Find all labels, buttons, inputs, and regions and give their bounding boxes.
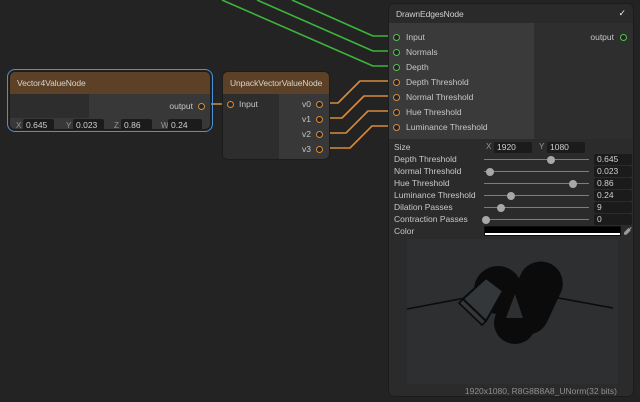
v1-port-label: v1 <box>302 112 311 126</box>
input-port-label: Input <box>239 97 258 111</box>
preview-resolution-info: 1920x1080, R8G8B8A8_UNorm(32 bits) <box>465 386 617 396</box>
hue-threshold-slider[interactable] <box>484 183 589 185</box>
output-port[interactable] <box>620 34 627 41</box>
y-field-label: Y <box>66 120 71 130</box>
contraction-passes-label: Contraction Passes <box>394 213 468 225</box>
node-drawnedgesnode[interactable]: DrawnEdgesNode ✓ Input Normals Depth Dep… <box>388 3 634 397</box>
hue-threshold-label: Hue Threshold <box>394 177 450 189</box>
slider-handle[interactable] <box>547 156 555 164</box>
y-field[interactable]: 0.023 <box>73 119 104 130</box>
size-x-label: X <box>486 141 491 153</box>
normal-threshold-label: Normal Threshold <box>394 165 461 177</box>
normal-threshold-value[interactable]: 0.023 <box>594 166 632 177</box>
node-title-bar[interactable]: Vector4ValueNode <box>10 72 210 94</box>
node-title-bar[interactable]: UnpackVectorValueNode <box>223 72 329 94</box>
v0-port[interactable] <box>316 101 323 108</box>
luminance-threshold-label: Luminance Threshold <box>394 189 476 201</box>
preview-render <box>407 239 618 384</box>
wire-v1-normal-threshold[interactable] <box>320 96 392 118</box>
size-y-label: Y <box>539 141 544 153</box>
output-port[interactable] <box>198 103 205 110</box>
x-field-label: X <box>16 120 21 130</box>
wire-input[interactable] <box>292 0 392 36</box>
size-label: Size <box>394 141 411 153</box>
eyedropper-icon[interactable] <box>623 226 632 236</box>
dilation-passes-slider[interactable] <box>484 207 589 209</box>
horizon-line-right <box>553 297 613 308</box>
z-field-label: Z <box>114 120 119 130</box>
slider-handle[interactable] <box>507 192 515 200</box>
node-unpackvectorvaluenode[interactable]: UnpackVectorValueNode Input v0 v1 v2 v3 <box>222 71 330 160</box>
graph-canvas[interactable]: Vector4ValueNode output X 0.645 Y 0.023 … <box>0 0 640 402</box>
node-preview-image <box>407 239 618 384</box>
port-label: Luminance Threshold <box>406 122 488 132</box>
v3-port[interactable] <box>316 146 323 153</box>
input-port[interactable] <box>393 34 400 41</box>
dilation-passes-value[interactable]: 9 <box>594 202 632 213</box>
port-label: Hue Threshold <box>406 107 462 117</box>
port-label: Normal Threshold <box>406 92 473 102</box>
color-swatch[interactable] <box>484 226 621 236</box>
slider-handle[interactable] <box>482 216 490 224</box>
contraction-passes-value[interactable]: 0 <box>594 214 632 225</box>
contraction-passes-slider[interactable] <box>484 219 589 221</box>
v1-port[interactable] <box>316 116 323 123</box>
depth-port[interactable] <box>393 64 400 71</box>
output-port-label: output <box>169 101 193 111</box>
port-label: Normals <box>406 47 438 57</box>
node-title: DrawnEdgesNode <box>396 9 464 19</box>
z-field[interactable]: 0.86 <box>121 119 152 130</box>
color-alpha-bar <box>485 233 620 235</box>
port-label: Depth <box>406 62 429 72</box>
node-title: UnpackVectorValueNode <box>230 78 322 88</box>
dilation-passes-label: Dilation Passes <box>394 201 453 213</box>
horizon-line-left <box>407 298 465 309</box>
port-label: Input <box>406 32 425 42</box>
depth-threshold-port[interactable] <box>393 79 400 86</box>
node-title: Vector4ValueNode <box>17 78 86 88</box>
w-field[interactable]: 0.24 <box>168 119 202 130</box>
luminance-threshold-port[interactable] <box>393 124 400 131</box>
normal-threshold-port[interactable] <box>393 94 400 101</box>
v0-port-label: v0 <box>302 97 311 111</box>
color-label: Color <box>394 225 414 237</box>
slider-handle[interactable] <box>569 180 577 188</box>
wire-normals[interactable] <box>257 0 392 51</box>
depth-threshold-value[interactable]: 0.645 <box>594 154 632 165</box>
normal-threshold-slider[interactable] <box>484 171 589 173</box>
v2-port[interactable] <box>316 131 323 138</box>
input-column <box>10 94 89 118</box>
input-port[interactable] <box>227 101 234 108</box>
output-port-label: output <box>590 32 614 42</box>
size-y-field[interactable]: 1080 <box>547 142 585 153</box>
luminance-threshold-slider[interactable] <box>484 195 589 197</box>
size-x-field[interactable]: 1920 <box>494 142 532 153</box>
slider-handle[interactable] <box>497 204 505 212</box>
active-checkmark[interactable]: ✓ <box>619 8 626 19</box>
depth-threshold-label: Depth Threshold <box>394 153 457 165</box>
wire-v3-luminance-threshold[interactable] <box>320 126 392 148</box>
hue-threshold-value[interactable]: 0.86 <box>594 178 632 189</box>
depth-threshold-slider[interactable] <box>484 159 589 161</box>
node-vector4valuenode[interactable]: Vector4ValueNode output X 0.645 Y 0.023 … <box>9 71 211 130</box>
luminance-threshold-value[interactable]: 0.24 <box>594 190 632 201</box>
v2-port-label: v2 <box>302 127 311 141</box>
v3-port-label: v3 <box>302 142 311 156</box>
x-field[interactable]: 0.645 <box>23 119 54 130</box>
hue-threshold-port[interactable] <box>393 109 400 116</box>
node-title-bar[interactable]: DrawnEdgesNode ✓ <box>389 4 633 23</box>
wire-v2-hue-threshold[interactable] <box>320 111 392 133</box>
wire-v0-depth-threshold[interactable] <box>320 81 392 103</box>
port-label: Depth Threshold <box>406 77 469 87</box>
slider-handle[interactable] <box>486 168 494 176</box>
normals-port[interactable] <box>393 49 400 56</box>
